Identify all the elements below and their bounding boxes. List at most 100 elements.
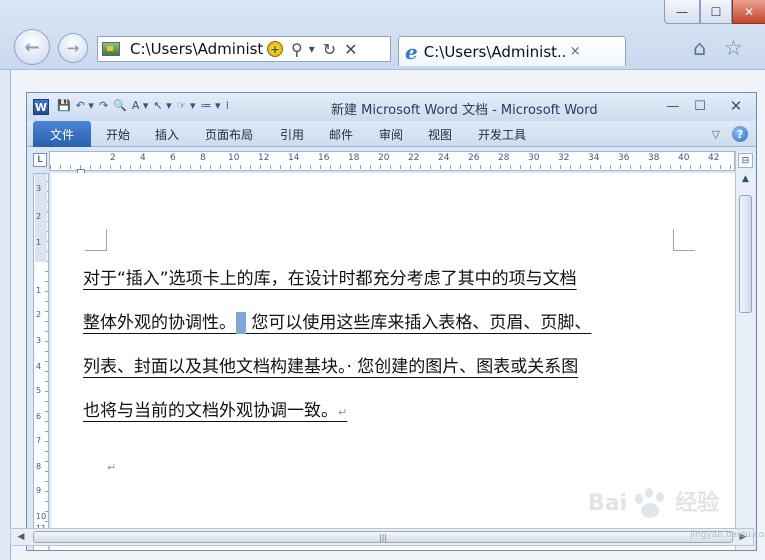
document-body[interactable]: 对于“插入”选项卡上的库，在设计时都充分考虑了其中的项与文档 整体外观的协调性。…: [83, 257, 677, 435]
select-icon[interactable]: ↖ ▾: [153, 99, 171, 112]
stop-icon[interactable]: ✕: [344, 40, 357, 59]
ruler-number: 1: [36, 238, 42, 247]
tab-close-icon[interactable]: ×: [570, 44, 581, 59]
ruler-number: 30: [528, 153, 540, 163]
address-input[interactable]: C:\Users\Administr: [130, 40, 263, 58]
undo-icon[interactable]: ↶ ▾: [76, 99, 94, 112]
ruler-number: 2: [110, 153, 116, 163]
font-color-icon[interactable]: A ▾: [132, 99, 149, 112]
tab-review[interactable]: 审阅: [379, 121, 403, 147]
tab-home[interactable]: 开始: [106, 121, 130, 147]
scroll-up-icon[interactable]: ▲: [738, 171, 753, 186]
vertical-ruler[interactable]: 3 2 1 1 2 3 4 5 6 7 8 9 10 11 12: [33, 173, 49, 550]
collapse-ribbon-icon[interactable]: ▽: [712, 128, 720, 141]
search-icon[interactable]: ⚲: [291, 40, 303, 59]
forward-icon: →: [66, 39, 80, 57]
tab-stop-selector[interactable]: L: [33, 153, 47, 167]
document-text-segment: 也将与当前的文档外观协调一致。: [83, 401, 338, 421]
compatibility-view-icon[interactable]: +: [267, 41, 283, 57]
ruler-number: 5: [36, 386, 42, 395]
home-icon[interactable]: ⌂: [693, 36, 706, 60]
print-preview-icon[interactable]: 🔍: [113, 99, 127, 112]
forward-button[interactable]: →: [58, 33, 88, 63]
browser-tab-active[interactable]: e C:\Users\Administ... ×: [398, 36, 626, 66]
word-app-icon[interactable]: W: [33, 99, 49, 115]
browser-toolbar: — ☐ ✕ ← → C:\Users\Administr + ⚲ ▾ ↻ ✕ e…: [0, 0, 765, 70]
scrollbar-grip-icon: |||: [378, 532, 388, 542]
document-line: 也将与当前的文档外观协调一致。↵: [83, 389, 677, 435]
star-icon[interactable]: ☆: [724, 36, 743, 60]
tab-mailings[interactable]: 邮件: [329, 121, 353, 147]
word-minimize-button[interactable]: —: [662, 97, 684, 115]
redo-icon[interactable]: ↷: [99, 99, 108, 112]
ruler-number: 18: [348, 153, 360, 163]
document-text-segment: 整体外观的协调性。: [83, 313, 236, 333]
ruler-number: 42: [708, 153, 720, 163]
refresh-icon[interactable]: ↻: [323, 40, 336, 59]
watermark-brand: Bai: [588, 491, 628, 516]
horizontal-ruler[interactable]: 2 4 6 8 10 12 14 16 18 20 22 24 26 28 30…: [49, 151, 735, 171]
customize-qat-icon[interactable]: ⁞: [226, 99, 230, 112]
document-line: 列表、封面以及其他文档构建基块。· 您创建的图片、图表或关系图: [83, 357, 579, 377]
ruler-number: 3: [36, 336, 42, 345]
tab-view[interactable]: 视图: [428, 121, 452, 147]
browser-close-button[interactable]: ✕: [732, 0, 765, 24]
address-dropdown-icon[interactable]: ▾: [309, 42, 315, 56]
document-text-segment: 您可以使用这些库来插入表格、页眉、页脚、: [246, 313, 592, 333]
ruler-number: 4: [140, 153, 146, 163]
save-icon[interactable]: 💾: [57, 99, 71, 112]
ie-icon: e: [405, 39, 418, 64]
document-line: 对于“插入”选项卡上的库，在设计时都充分考虑了其中的项与文档: [83, 269, 577, 289]
help-icon[interactable]: ?: [732, 126, 748, 142]
scroll-left-icon[interactable]: ◀: [13, 530, 29, 544]
hand-icon[interactable]: ☞ ▾: [177, 99, 196, 112]
crop-mark-top-left: [85, 229, 107, 251]
browser-maximize-button[interactable]: ☐: [700, 0, 732, 24]
word-close-button[interactable]: ✕: [725, 97, 747, 115]
scrollbar-thumb[interactable]: [739, 195, 752, 313]
document-vertical-scrollbar[interactable]: ⊟ ▲: [735, 151, 755, 550]
watermark-brand-cn: 经验: [675, 491, 720, 516]
address-bar[interactable]: C:\Users\Administr + ⚲ ▾ ↻ ✕: [97, 36, 391, 62]
ruler-number: 7: [36, 436, 42, 445]
browser-minimize-button[interactable]: —: [664, 0, 700, 24]
ruler-number: 2: [36, 310, 42, 319]
ruler-number: 32: [558, 153, 570, 163]
list-icon[interactable]: ≔ ▾: [201, 99, 221, 112]
ruler-number: 10: [36, 512, 47, 521]
tab-developer[interactable]: 开发工具: [478, 121, 526, 147]
paragraph-mark-icon: ↵: [338, 406, 348, 419]
split-view-button[interactable]: ⊟: [738, 153, 753, 168]
ruler-number: 8: [36, 462, 42, 471]
ruler-number: 2: [36, 212, 42, 221]
ruler-number: 34: [588, 153, 600, 163]
ruler-number: 9: [36, 486, 42, 495]
ribbon-right-controls: ▽ ?: [712, 126, 748, 142]
back-icon: ←: [24, 36, 40, 58]
word-title: 新建 Microsoft Word 文档 - Microsoft Word: [331, 103, 598, 118]
word-window: W 💾 ↶ ▾ ↷ 🔍 A ▾ ↖ ▾ ☞ ▾ ≔ ▾ ⁞ 新建 Microso…: [26, 92, 757, 551]
ruler-number: 3: [36, 184, 42, 193]
text-cursor-highlight: [236, 312, 246, 334]
ruler-number: 1: [36, 286, 42, 295]
tab-references[interactable]: 引用: [280, 121, 304, 147]
ruler-number: 12: [258, 153, 270, 163]
paw-icon: [631, 486, 671, 522]
tab-file[interactable]: 文件: [33, 121, 91, 147]
page-horizontal-scrollbar[interactable]: ◀ ||| ▶: [10, 528, 754, 546]
tab-insert[interactable]: 插入: [155, 121, 179, 147]
tab-page-layout[interactable]: 页面布局: [205, 121, 253, 147]
watermark-url: jingyan.baidu.com: [690, 530, 765, 540]
ruler-number: 14: [288, 153, 300, 163]
scrollbar-thumb[interactable]: |||: [33, 531, 733, 543]
back-button[interactable]: ←: [14, 29, 50, 65]
ruler-number: 16: [318, 153, 330, 163]
document-line: 整体外观的协调性。 您可以使用这些库来插入表格、页眉、页脚、: [83, 301, 677, 345]
word-title-bar: W 💾 ↶ ▾ ↷ 🔍 A ▾ ↖ ▾ ☞ ▾ ≔ ▾ ⁞ 新建 Microso…: [27, 93, 756, 121]
ruler-number: 40: [678, 153, 690, 163]
ruler-number: 38: [648, 153, 660, 163]
ruler-number: 28: [498, 153, 510, 163]
word-maximize-button[interactable]: ☐: [689, 97, 711, 115]
tab-title: C:\Users\Administ...: [423, 42, 566, 61]
paragraph-mark-icon: ↵: [107, 461, 117, 474]
